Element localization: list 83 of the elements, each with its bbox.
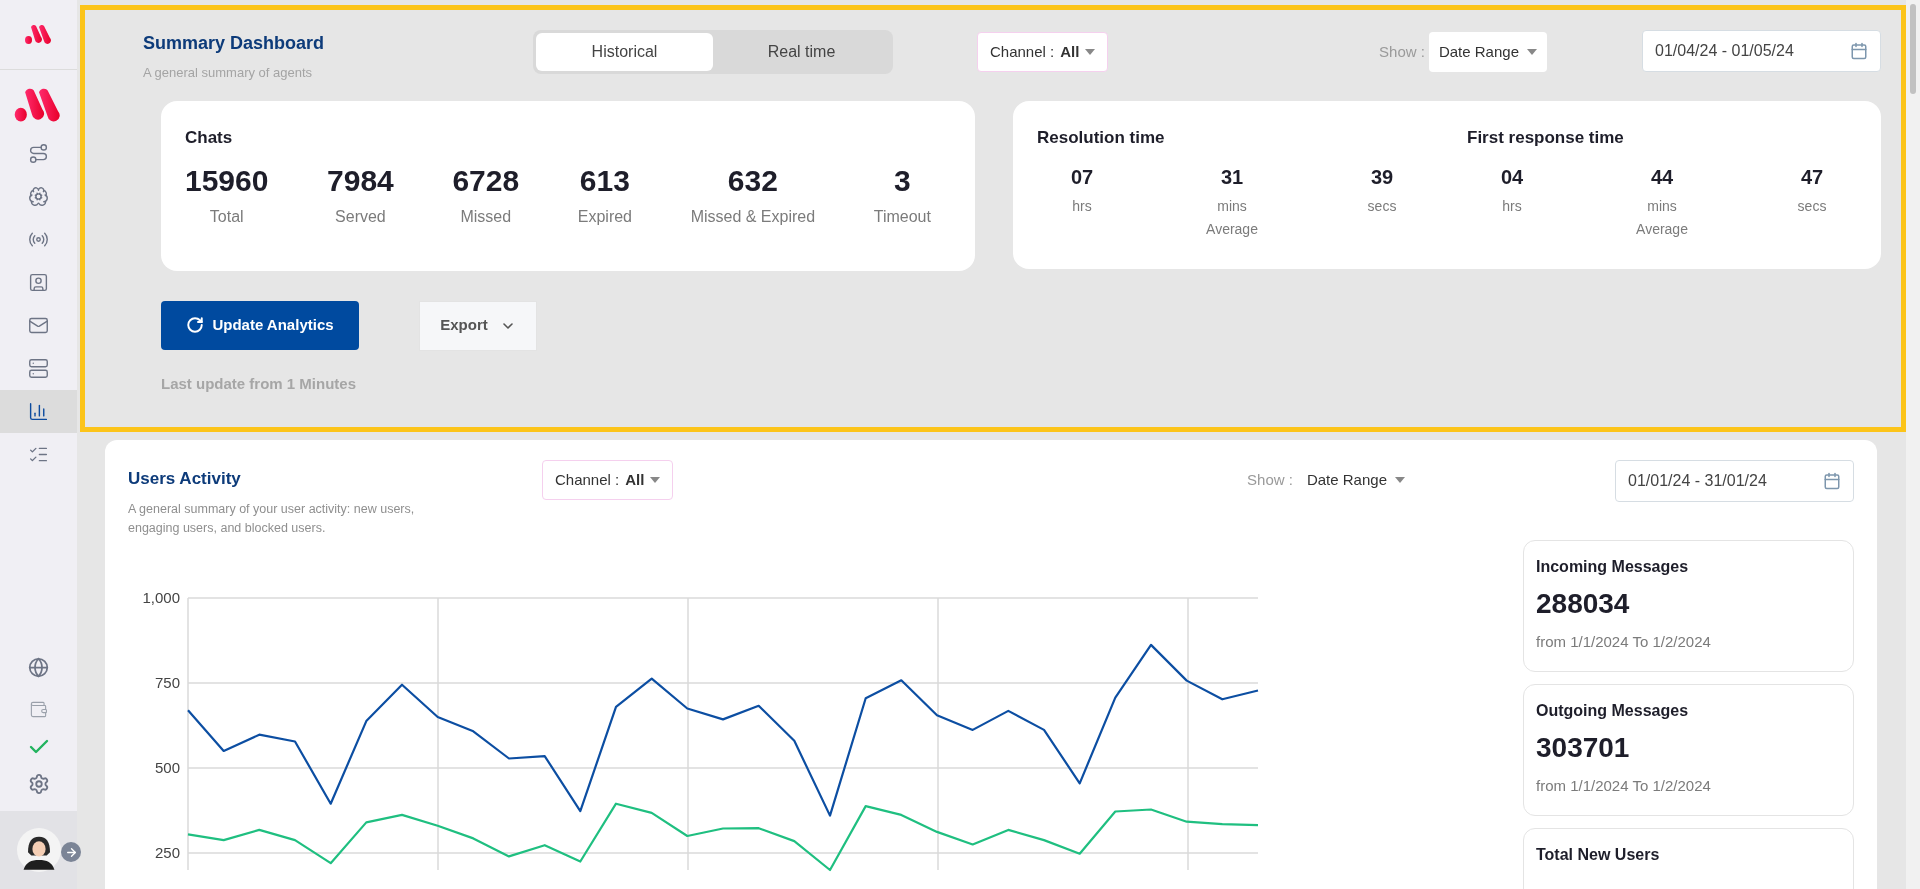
card-title: Resolution time	[1037, 126, 1166, 149]
mail-icon	[28, 315, 49, 336]
time-unit: hrs	[1072, 197, 1092, 216]
last-update-text: Last update from 1 Minutes	[160, 373, 358, 394]
metric-title: Incoming Messages	[1536, 556, 1690, 577]
wallet-icon[interactable]	[29, 700, 48, 719]
metric-value: 303701	[1536, 730, 1631, 765]
average-label: Average	[1636, 220, 1688, 239]
mode-tab[interactable]: Real time	[713, 33, 890, 71]
route-icon	[28, 143, 49, 164]
contact-card-icon	[28, 272, 49, 293]
metric-title: Total New Users	[1536, 844, 1661, 865]
time-value: 47	[1800, 165, 1824, 190]
server-icon	[28, 358, 49, 379]
logo-icon	[23, 23, 54, 46]
stat-label: Total	[209, 207, 244, 227]
average-label: Average	[1206, 220, 1258, 239]
time-value: 31	[1220, 165, 1244, 190]
bar-chart-icon	[28, 401, 49, 422]
show-label: Show :	[1247, 469, 1293, 490]
y-axis-label: 750	[154, 673, 180, 691]
channel-label: Channel :	[555, 469, 620, 490]
y-axis-label: 500	[154, 758, 180, 776]
show-label: Show :	[1379, 41, 1425, 62]
date-range-field[interactable]: 01/04/24 - 01/05/24	[1642, 30, 1881, 72]
metric-title: Outgoing Messages	[1536, 700, 1690, 721]
y-axis-label: 250	[154, 843, 180, 861]
time-unit: mins	[1647, 197, 1677, 216]
time-value: 07	[1070, 165, 1094, 190]
stat-value: 632	[727, 163, 778, 199]
stat-value: 15960	[185, 163, 269, 199]
calendar-icon	[1850, 42, 1868, 60]
stat-label: Served	[335, 207, 386, 227]
metric-range: from 1/1/2024 To 1/2/2024	[1536, 631, 1712, 652]
time-value: 44	[1650, 165, 1674, 190]
time-value: 04	[1500, 165, 1524, 190]
y-axis-label: 1,000	[142, 589, 180, 606]
brain-gear-icon	[28, 186, 49, 207]
channel-dropdown[interactable]: Channel : All	[977, 32, 1109, 72]
stat-value: 613	[579, 163, 630, 199]
stat-value: 6728	[452, 163, 520, 199]
stat-value: 7984	[327, 163, 394, 199]
caret-icon	[1395, 477, 1405, 483]
stat-label: Timeout	[873, 207, 931, 227]
date-range-value: 01/04/24 - 01/05/24	[1655, 41, 1794, 61]
nav-item[interactable]	[0, 390, 77, 433]
settings-icon[interactable]	[27, 773, 50, 795]
export-button[interactable]: Export	[419, 300, 537, 351]
channel-value: All	[625, 469, 645, 490]
refresh-icon	[186, 316, 205, 334]
mode-tab[interactable]: Historical	[536, 33, 713, 71]
calendar-icon	[1823, 472, 1841, 490]
card-title: Chats	[185, 126, 234, 149]
metric-value: 288034	[1536, 586, 1631, 621]
time-unit: hrs	[1502, 197, 1522, 216]
time-unit: mins	[1217, 197, 1247, 216]
time-unit: secs	[1797, 197, 1827, 216]
update-analytics-button[interactable]: Update Analytics	[161, 300, 359, 350]
scrollbar[interactable]	[1906, 0, 1920, 889]
time-value: 39	[1370, 165, 1394, 190]
time-unit: secs	[1367, 197, 1397, 216]
dashboard-subtitle: A general summary of agents	[143, 64, 314, 82]
channel-label: Channel :	[990, 41, 1055, 62]
stat-label: Missed & Expired	[690, 207, 816, 227]
card-title: First response time	[1467, 126, 1625, 149]
caret-icon	[1085, 49, 1096, 55]
date-range-value: 01/01/24 - 31/01/24	[1628, 471, 1767, 491]
caret-icon	[1527, 49, 1537, 55]
section-title: Users Activity	[128, 468, 242, 490]
globe-icon[interactable]	[28, 657, 49, 678]
stat-label: Missed	[460, 207, 512, 227]
caret-icon	[650, 477, 661, 483]
section-subtitle: A general summary of your user activity: new users, engaging users, and blocked users.	[128, 500, 416, 537]
date-range-field[interactable]: 01/01/24 - 31/01/24	[1615, 460, 1854, 502]
stat-label: Expired	[577, 207, 632, 227]
date-range-dropdown[interactable]: Date Range	[1428, 32, 1547, 72]
date-range-dropdown[interactable]: Date Range	[1296, 460, 1415, 500]
channel-value: All	[1060, 41, 1080, 62]
stat-value: 3	[894, 163, 911, 199]
avatar-silhouette-icon[interactable]	[16, 828, 61, 872]
dashboard-title: Summary Dashboard	[143, 32, 326, 55]
channel-dropdown[interactable]: Channel : All	[542, 460, 674, 500]
metric-range: from 1/1/2024 To 1/2/2024	[1536, 775, 1712, 796]
